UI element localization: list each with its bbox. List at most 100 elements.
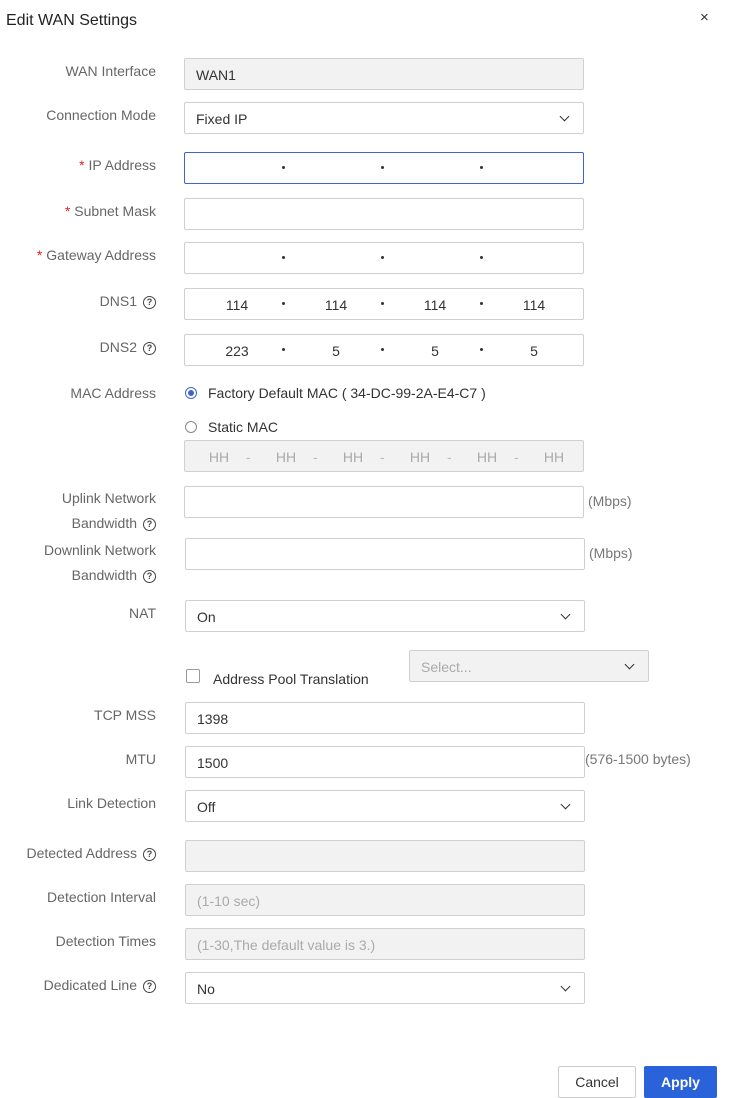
dns2-octet-1[interactable]: 223 <box>207 343 267 359</box>
dns1-octet-3[interactable]: 114 <box>405 297 465 313</box>
uplink-label-line2: Bandwidth <box>71 515 137 531</box>
dns2-octet-3[interactable]: 5 <box>405 343 465 359</box>
mtu-input[interactable]: 1500 <box>185 746 585 778</box>
dns2-input[interactable]: 223 5 5 5 <box>184 334 584 366</box>
uplink-bandwidth-input[interactable] <box>184 486 584 518</box>
dedicated-line-value: No <box>197 981 215 997</box>
close-icon[interactable]: × <box>700 9 709 26</box>
chevron-down-icon <box>559 111 570 122</box>
static-mac-input: HH - HH - HH - HH - HH - HH <box>184 440 584 472</box>
link-detection-label: Link Detection <box>67 795 156 811</box>
mac-separator: - <box>380 449 385 465</box>
dns2-octet-4[interactable]: 5 <box>504 343 564 359</box>
required-marker: * <box>79 157 85 173</box>
ip-address-input[interactable] <box>184 152 584 184</box>
factory-mac-option-label[interactable]: Factory Default MAC ( 34-DC-99-2A-E4-C7 … <box>208 385 486 401</box>
dns1-octet-2[interactable]: 114 <box>306 297 366 313</box>
connection-mode-label: Connection Mode <box>46 107 156 123</box>
address-pool-label[interactable]: Address Pool Translation <box>213 671 369 687</box>
connection-mode-select[interactable]: Fixed IP <box>184 102 584 134</box>
link-detection-select[interactable]: Off <box>185 790 585 822</box>
detected-address-input <box>185 840 585 872</box>
subnet-mask-label-text: Subnet Mask <box>74 203 156 219</box>
octet-separator <box>381 348 384 351</box>
downlink-bandwidth-input[interactable] <box>185 538 585 570</box>
static-mac-radio[interactable] <box>185 421 197 433</box>
wan-interface-label: WAN Interface <box>65 63 156 79</box>
octet-separator <box>282 302 285 305</box>
mac-separator: - <box>447 449 452 465</box>
help-circle-icon[interactable]: ? <box>143 980 156 993</box>
address-pool-checkbox[interactable] <box>186 669 200 683</box>
dedicated-line-select[interactable]: No <box>185 972 585 1004</box>
apply-button[interactable]: Apply <box>644 1066 717 1098</box>
factory-mac-radio[interactable] <box>185 387 197 399</box>
octet-separator <box>480 302 483 305</box>
chevron-down-icon <box>560 799 571 810</box>
mac-separator: - <box>514 449 519 465</box>
octet-separator <box>480 166 483 169</box>
wan-interface-value: WAN1 <box>196 67 236 83</box>
dns1-label: DNS1? <box>100 293 156 309</box>
dns1-octet-1[interactable]: 114 <box>207 297 267 313</box>
required-marker: * <box>64 203 71 219</box>
octet-separator <box>480 256 483 259</box>
help-circle-icon[interactable]: ? <box>143 570 156 583</box>
cancel-button[interactable]: Cancel <box>558 1066 636 1098</box>
gateway-address-input[interactable] <box>184 242 584 274</box>
detection-times-placeholder: (1-30,The default value is 3.) <box>197 937 376 953</box>
connection-mode-value: Fixed IP <box>196 111 248 127</box>
nat-select[interactable]: On <box>185 600 585 632</box>
address-pool-placeholder: Select... <box>421 659 472 675</box>
mtu-unit: (576-1500 bytes) <box>585 751 691 767</box>
detection-interval-input: (1-10 sec) <box>185 884 585 916</box>
link-detection-value: Off <box>197 799 216 815</box>
uplink-label-line1: Uplink Network <box>61 490 156 506</box>
subnet-mask-label: * Subnet Mask <box>65 203 156 219</box>
dns2-label: DNS2? <box>100 339 156 355</box>
detected-address-label: Detected Address? <box>26 845 156 861</box>
mtu-label: MTU <box>125 751 156 767</box>
chevron-down-icon <box>624 659 635 670</box>
downlink-label-line1: Downlink Network <box>43 542 156 558</box>
help-circle-icon[interactable]: ? <box>143 296 156 309</box>
octet-separator <box>282 348 285 351</box>
address-pool-select[interactable]: Select... <box>409 650 649 682</box>
ip-address-label-text: IP Address <box>88 157 156 173</box>
help-circle-icon[interactable]: ? <box>143 848 156 861</box>
gateway-label: * Gateway Address <box>37 247 156 263</box>
dns1-octet-4[interactable]: 114 <box>504 297 564 313</box>
required-marker: * <box>36 247 43 263</box>
mac-segment-1: HH <box>208 449 230 465</box>
octet-separator <box>381 256 384 259</box>
mtu-value: 1500 <box>197 755 229 771</box>
uplink-bandwidth-label: Uplink Network Bandwidth? <box>62 486 156 536</box>
chevron-down-icon <box>560 981 571 992</box>
static-mac-option-label[interactable]: Static MAC <box>208 419 278 435</box>
help-circle-icon[interactable]: ? <box>143 518 156 531</box>
octet-separator <box>480 348 483 351</box>
octet-separator <box>282 166 285 169</box>
dns1-input[interactable]: 114 114 114 114 <box>184 288 584 320</box>
mac-separator: - <box>246 449 251 465</box>
downlink-label-line2: Bandwidth <box>71 567 137 583</box>
dns2-label-text: DNS2 <box>99 339 137 355</box>
tcp-mss-value: 1398 <box>197 711 229 727</box>
dialog-title: Edit WAN Settings <box>6 12 138 29</box>
dns2-octet-2[interactable]: 5 <box>306 343 366 359</box>
mac-segment-3: HH <box>342 449 364 465</box>
detection-times-input: (1-30,The default value is 3.) <box>185 928 585 960</box>
detection-times-label: Detection Times <box>55 933 156 949</box>
octet-separator <box>381 302 384 305</box>
gateway-label-text: Gateway Address <box>46 247 156 263</box>
subnet-mask-input[interactable] <box>184 198 584 230</box>
nat-label: NAT <box>129 605 156 621</box>
tcp-mss-label: TCP MSS <box>94 707 156 723</box>
tcp-mss-input[interactable]: 1398 <box>185 702 585 734</box>
ip-address-label: * IP Address <box>79 157 156 173</box>
mac-segment-2: HH <box>275 449 297 465</box>
help-circle-icon[interactable]: ? <box>143 342 156 355</box>
wan-interface-field: WAN1 <box>184 58 584 90</box>
dedicated-line-label-text: Dedicated Line <box>43 977 137 993</box>
mac-segment-5: HH <box>476 449 498 465</box>
